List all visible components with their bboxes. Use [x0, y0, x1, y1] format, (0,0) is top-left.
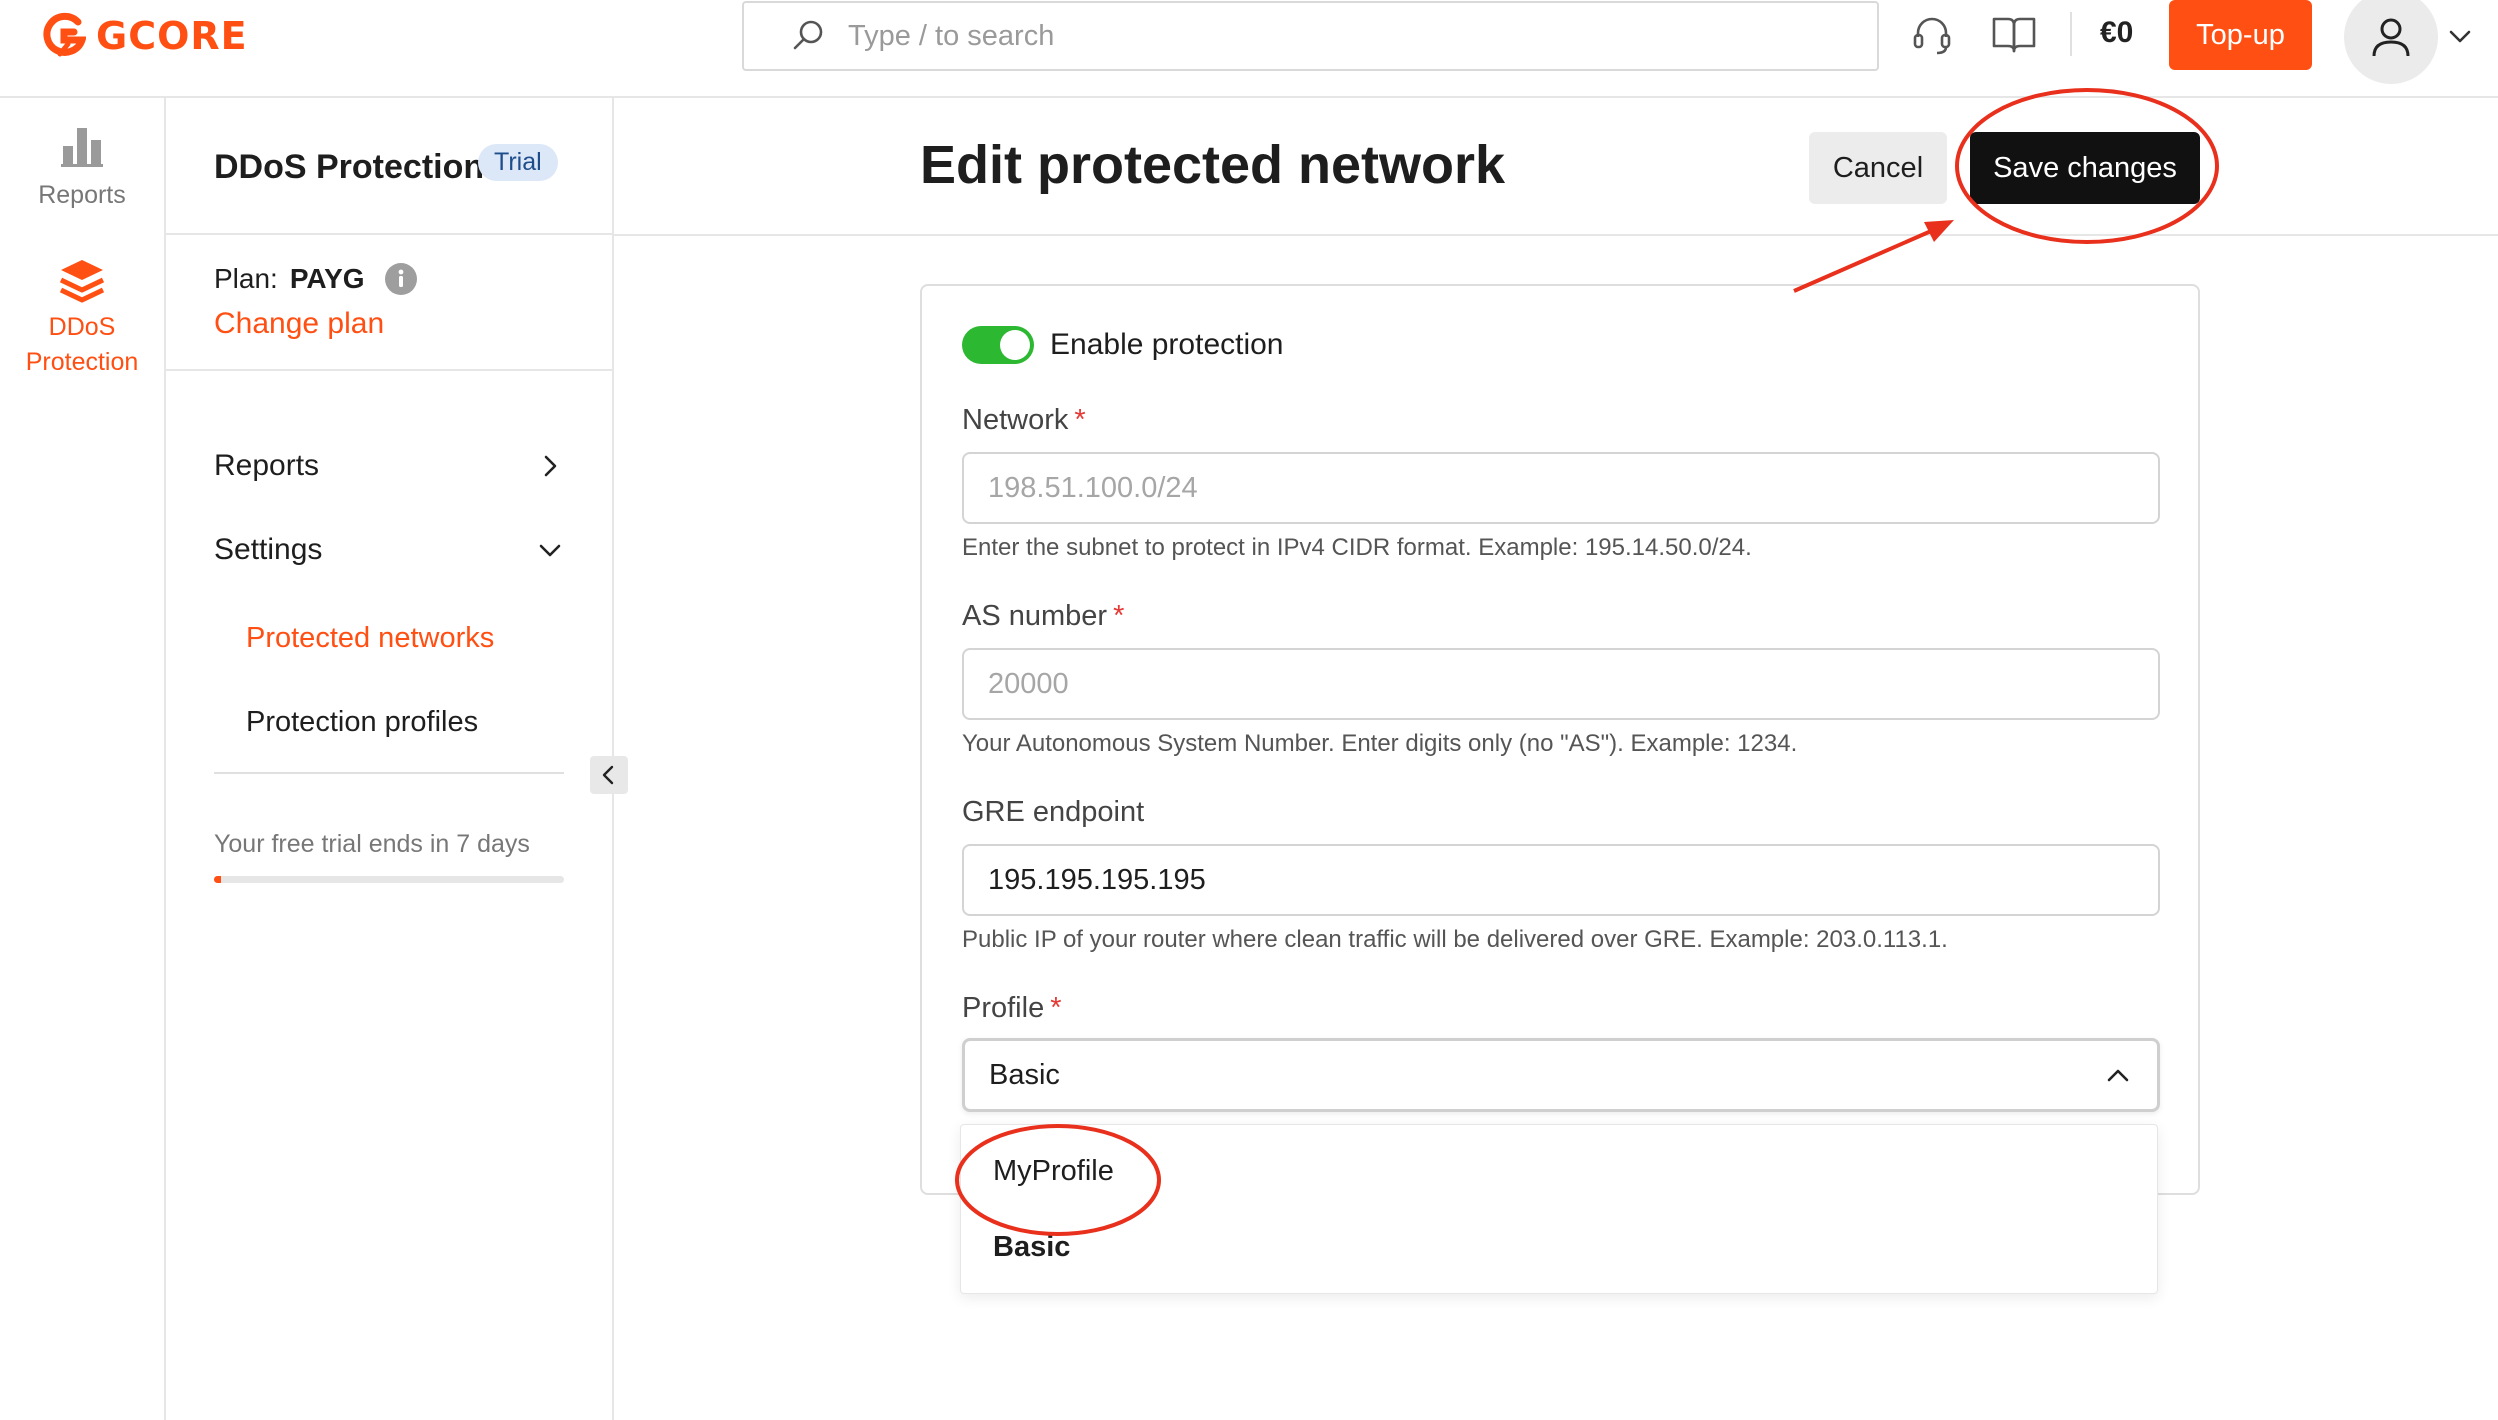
gcore-logo-icon: [43, 12, 86, 57]
as-number-input[interactable]: [962, 648, 2160, 720]
gre-endpoint-label-text: GRE endpoint: [962, 796, 1145, 828]
header-divider: [2070, 12, 2072, 56]
plan-section: Plan: PAYG Change plan: [166, 235, 612, 371]
app-root: GCORE €0 Top-up: [0, 0, 2498, 1420]
search-box[interactable]: [742, 1, 1879, 71]
trial-progress-fill: [214, 876, 221, 883]
sidebar-divider: [214, 772, 564, 774]
rail-item-ddos[interactable]: DDoS Protection: [0, 256, 164, 380]
rail-label-ddos-line1: DDoS: [48, 313, 116, 341]
profile-dropdown: MyProfile Basic: [960, 1124, 2158, 1294]
book-icon: [1992, 17, 2036, 53]
user-icon: [2372, 18, 2410, 57]
nav-protection-profiles[interactable]: Protection profiles: [246, 706, 478, 739]
enable-protection-toggle[interactable]: [962, 326, 1034, 364]
enable-protection-row[interactable]: Enable protection: [962, 326, 1284, 364]
collapse-sidebar-button[interactable]: [590, 756, 628, 794]
profile-label: Profile *: [962, 992, 1062, 1025]
network-label: Network *: [962, 404, 1086, 437]
rail-label-ddos: DDoS Protection: [0, 310, 164, 380]
balance-amount[interactable]: €0: [2100, 16, 2133, 50]
top-bar: GCORE €0 Top-up: [0, 0, 2498, 98]
trial-remaining-text: Your free trial ends in 7 days: [214, 830, 530, 858]
nav-settings[interactable]: Settings: [214, 520, 564, 580]
search-input[interactable]: [848, 19, 1748, 53]
plan-value: PAYG: [289, 263, 365, 294]
network-help: Enter the subnet to protect in IPv4 CIDR…: [962, 534, 1752, 561]
nav-settings-label: Settings: [214, 533, 323, 566]
save-changes-button[interactable]: Save changes: [1970, 132, 2200, 204]
profile-option-myprofile[interactable]: MyProfile: [993, 1155, 1114, 1188]
chevron-right-icon: [544, 455, 557, 477]
profile-select[interactable]: Basic: [962, 1038, 2160, 1112]
plan-line: Plan: PAYG: [214, 263, 417, 295]
as-number-label: AS number *: [962, 600, 1124, 633]
rail-label-ddos-line2: Protection: [25, 348, 139, 376]
info-glyph: [398, 269, 403, 287]
chevron-down-icon[interactable]: [2443, 20, 2477, 54]
required-marker: *: [1074, 404, 1086, 436]
as-number-label-text: AS number: [962, 600, 1108, 632]
support-button[interactable]: [1906, 8, 1958, 60]
as-number-help: Your Autonomous System Number. Enter dig…: [962, 730, 1798, 757]
docs-button[interactable]: [1988, 8, 2040, 60]
page-title: Edit protected network: [920, 135, 1506, 195]
product-sidebar: DDoS Protection Trial Plan: PAYG Change …: [166, 98, 614, 1420]
trial-progress-bar: [214, 876, 564, 883]
required-marker: *: [1113, 600, 1125, 632]
topup-button[interactable]: Top-up: [2169, 0, 2312, 70]
info-icon[interactable]: [384, 263, 417, 295]
change-plan-link[interactable]: Change plan: [214, 307, 384, 341]
chevron-down-icon: [539, 544, 561, 557]
cancel-button[interactable]: Cancel: [1809, 132, 1947, 204]
profile-option-basic[interactable]: Basic: [993, 1231, 1070, 1264]
bar-chart-icon: [61, 128, 103, 167]
network-label-text: Network: [962, 404, 1069, 436]
rail-item-reports[interactable]: Reports: [0, 124, 164, 213]
logo-text: GCORE: [96, 14, 248, 58]
network-input[interactable]: [962, 452, 2160, 524]
sidebar-header: DDoS Protection Trial: [166, 98, 612, 235]
headset-icon: [1913, 17, 1951, 55]
page-header: Edit protected network Cancel Save chang…: [614, 98, 2498, 236]
profile-selected-value: Basic: [989, 1058, 1060, 1091]
product-title: DDoS Protection: [214, 148, 485, 186]
nav-reports-label: Reports: [214, 449, 320, 482]
left-rail: Reports DDoS Protection: [0, 98, 166, 1420]
user-avatar[interactable]: [2344, 0, 2438, 84]
required-marker: *: [1050, 992, 1062, 1024]
layers-icon: [59, 260, 105, 303]
gre-endpoint-label: GRE endpoint: [962, 796, 1144, 829]
gre-endpoint-input[interactable]: [962, 844, 2160, 916]
plan-label: Plan:: [214, 263, 278, 294]
gcore-logo[interactable]: GCORE: [42, 8, 248, 64]
nav-protected-networks[interactable]: Protected networks: [246, 622, 494, 655]
edit-network-form: Enable protection Network* Enter the sub…: [920, 284, 2200, 1195]
gre-endpoint-help: Public IP of your router where clean tra…: [962, 926, 1948, 953]
profile-label-text: Profile: [962, 992, 1045, 1024]
rail-label-reports: Reports: [38, 181, 126, 209]
annotation-arrow-line: [1793, 226, 1939, 293]
nav-reports[interactable]: Reports: [214, 436, 564, 496]
enable-protection-label: Enable protection: [1050, 328, 1284, 361]
search-icon: [793, 20, 823, 50]
trial-badge: Trial: [478, 144, 558, 181]
chevron-left-icon: [602, 765, 614, 785]
chevron-up-icon: [2107, 1069, 2129, 1082]
